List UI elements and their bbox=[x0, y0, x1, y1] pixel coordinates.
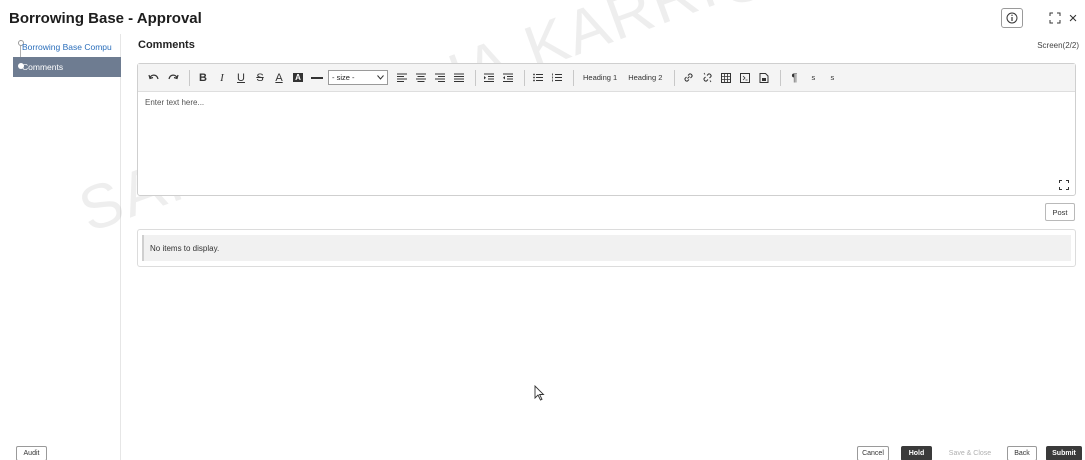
editor-placeholder: Enter text here... bbox=[145, 98, 205, 107]
chevron-down-icon bbox=[377, 75, 384, 80]
step-dot-active-icon bbox=[18, 63, 24, 69]
align-left-button[interactable] bbox=[394, 69, 410, 87]
underline-button[interactable]: U bbox=[233, 69, 249, 87]
superscript-button[interactable]: s bbox=[824, 69, 840, 87]
code-block-button[interactable] bbox=[737, 69, 753, 87]
expand-icon bbox=[1049, 12, 1061, 24]
bg-color-icon: A bbox=[293, 73, 303, 82]
image-button[interactable] bbox=[756, 69, 772, 87]
unlink-icon bbox=[703, 72, 712, 83]
align-right-icon bbox=[435, 73, 445, 82]
bullet-list-button[interactable] bbox=[530, 69, 546, 87]
italic-button[interactable]: I bbox=[214, 69, 230, 87]
redo-button[interactable] bbox=[165, 69, 181, 87]
subscript-button[interactable]: s bbox=[805, 69, 821, 87]
numbered-list-icon bbox=[552, 73, 562, 82]
mouse-pointer-icon bbox=[534, 385, 545, 401]
submit-button[interactable]: Submit bbox=[1046, 446, 1082, 460]
bullet-list-icon bbox=[533, 73, 543, 82]
font-size-value: - size - bbox=[332, 73, 355, 82]
save-and-close-button[interactable]: Save & Close bbox=[944, 446, 996, 460]
undo-button[interactable] bbox=[146, 69, 162, 87]
post-button[interactable]: Post bbox=[1045, 203, 1075, 221]
editor-toolbar: B I U S A A - size - Heading 1 Heading 2… bbox=[138, 64, 1075, 92]
unlink-button[interactable] bbox=[699, 69, 715, 87]
screen-indicator: Screen(2/2) bbox=[1037, 41, 1079, 50]
hold-button[interactable]: Hold bbox=[901, 446, 932, 460]
page-title: Borrowing Base - Approval bbox=[9, 10, 202, 27]
footer-bar: Audit Cancel Hold Save & Close Back Subm… bbox=[0, 444, 1085, 460]
sidebar-item-label: Borrowing Base Compu bbox=[22, 42, 112, 52]
toolbar-divider bbox=[573, 69, 574, 86]
paragraph-button[interactable]: ¶ bbox=[786, 69, 802, 87]
align-center-icon bbox=[416, 73, 426, 82]
outdent-button[interactable] bbox=[500, 69, 516, 87]
horizontal-rule-icon bbox=[311, 76, 323, 79]
toolbar-divider bbox=[780, 69, 782, 86]
align-left-icon bbox=[397, 73, 407, 82]
table-icon bbox=[721, 72, 732, 83]
audit-button[interactable]: Audit bbox=[16, 446, 47, 460]
sidebar-item-borrowing-base-computation[interactable]: Borrowing Base Compu bbox=[13, 37, 121, 57]
align-right-button[interactable] bbox=[432, 69, 448, 87]
numbered-list-button[interactable] bbox=[549, 69, 565, 87]
toolbar-divider bbox=[189, 69, 190, 86]
comments-list: No items to display. bbox=[137, 229, 1076, 267]
empty-message: No items to display. bbox=[150, 243, 220, 253]
info-button[interactable] bbox=[1001, 8, 1023, 28]
section-title: Comments bbox=[138, 39, 195, 51]
undo-icon bbox=[148, 74, 159, 79]
fullscreen-editor-button[interactable] bbox=[1059, 180, 1069, 190]
bold-button[interactable]: B bbox=[195, 69, 211, 87]
back-button[interactable]: Back bbox=[1007, 446, 1037, 460]
align-justify-button[interactable] bbox=[451, 69, 467, 87]
empty-state: No items to display. bbox=[142, 235, 1071, 261]
link-button[interactable] bbox=[680, 69, 696, 87]
align-justify-icon bbox=[454, 73, 464, 82]
sidebar bbox=[0, 34, 121, 460]
outdent-icon bbox=[503, 73, 513, 82]
image-icon bbox=[759, 72, 769, 83]
strikethrough-button[interactable]: S bbox=[252, 69, 268, 87]
sidebar-item-comments[interactable]: Comments bbox=[13, 57, 121, 77]
close-button[interactable]: × bbox=[1065, 8, 1081, 28]
align-center-button[interactable] bbox=[413, 69, 429, 87]
editor-text-area[interactable]: Enter text here... bbox=[138, 92, 1075, 195]
horizontal-rule-button[interactable] bbox=[309, 69, 325, 87]
indent-icon bbox=[484, 73, 494, 82]
toolbar-divider bbox=[524, 69, 525, 86]
rich-text-editor: B I U S A A - size - Heading 1 Heading 2… bbox=[137, 63, 1076, 196]
cancel-button[interactable]: Cancel bbox=[857, 446, 889, 460]
redo-icon bbox=[168, 74, 179, 79]
toolbar-divider bbox=[475, 69, 476, 86]
fullscreen-icon bbox=[1059, 180, 1069, 190]
info-icon bbox=[1006, 12, 1018, 24]
link-icon bbox=[684, 73, 693, 82]
indent-button[interactable] bbox=[481, 69, 497, 87]
table-button[interactable] bbox=[718, 69, 734, 87]
heading-2-button[interactable]: Heading 2 bbox=[624, 69, 666, 87]
heading-1-button[interactable]: Heading 1 bbox=[579, 69, 621, 87]
background-color-button[interactable]: A bbox=[290, 69, 306, 87]
close-icon: × bbox=[1068, 9, 1078, 27]
maximize-button[interactable] bbox=[1046, 8, 1064, 28]
toolbar-divider bbox=[674, 69, 676, 86]
font-color-button[interactable]: A bbox=[271, 69, 287, 87]
sidebar-item-label: Comments bbox=[22, 62, 64, 72]
font-size-select[interactable]: - size - bbox=[328, 70, 388, 85]
code-block-icon bbox=[740, 72, 751, 83]
header-bar: Borrowing Base - Approval × bbox=[0, 0, 1085, 34]
